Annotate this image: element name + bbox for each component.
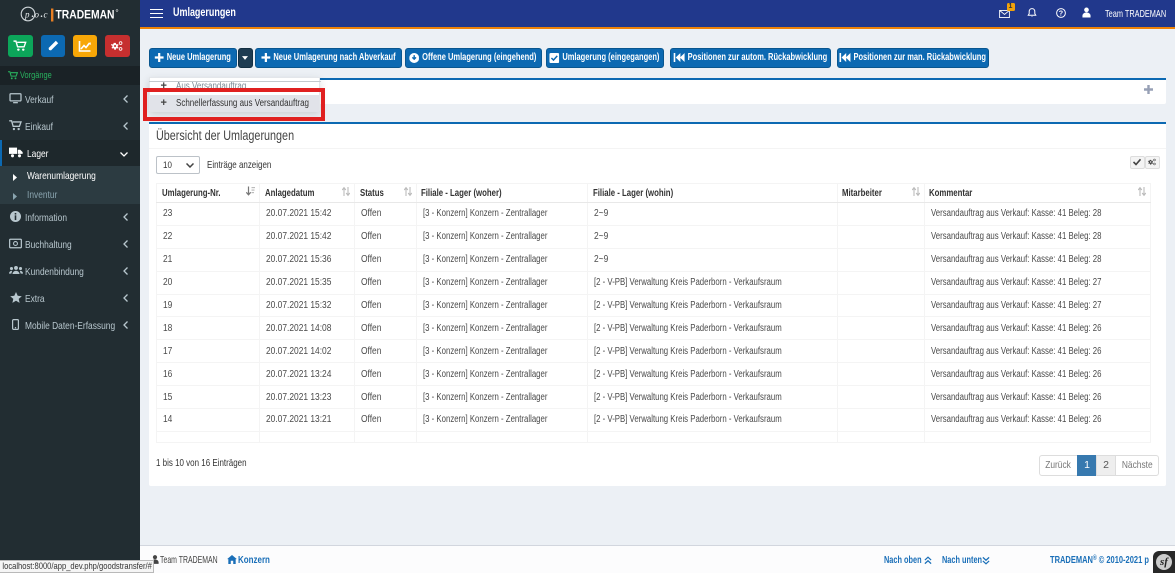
svg-text:o: o: [35, 10, 40, 20]
svg-text:p: p: [24, 10, 30, 20]
svg-text:TRADEMAN: TRADEMAN: [56, 8, 115, 22]
svg-text:c: c: [44, 10, 48, 20]
svg-text:?: ?: [1058, 10, 1062, 18]
